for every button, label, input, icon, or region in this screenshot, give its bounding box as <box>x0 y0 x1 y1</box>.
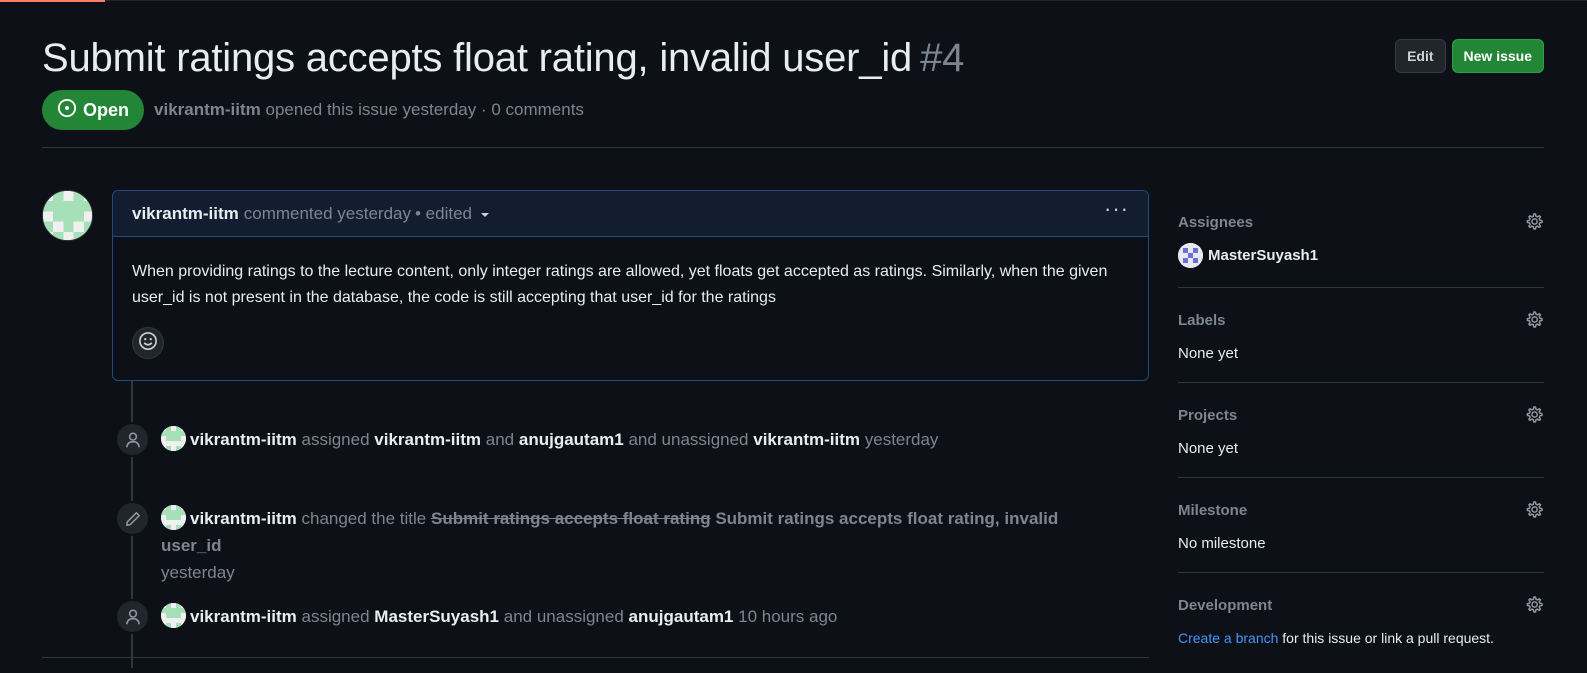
event-verb: and <box>485 430 515 449</box>
development-text: for this issue or link a pull request. <box>1282 630 1494 646</box>
user-link[interactable]: anujgautam1 <box>629 607 734 626</box>
event-actor-link[interactable]: vikrantm-iitm <box>190 607 297 626</box>
avatar[interactable] <box>161 505 186 530</box>
issue-title: Submit ratings accepts float rating, inv… <box>42 36 1544 80</box>
person-icon <box>115 599 150 634</box>
sidebar-assignees: Assignees MasterSuyash1 <box>1178 192 1544 288</box>
active-tab-underline <box>0 0 105 2</box>
triangle-down-icon <box>480 204 490 224</box>
event-verb: and unassigned <box>628 430 749 449</box>
event-time[interactable]: yesterday <box>865 430 939 449</box>
gear-icon[interactable] <box>1524 310 1544 330</box>
user-link[interactable]: anujgautam1 <box>519 430 624 449</box>
issue-sidebar: Assignees MasterSuyash1 Labels None yet … <box>1178 192 1544 673</box>
create-branch-link[interactable]: Create a branch <box>1178 630 1278 646</box>
sidebar-heading[interactable]: Assignees <box>1178 214 1253 231</box>
event-verb: assigned <box>301 430 370 449</box>
gear-icon[interactable] <box>1524 595 1544 615</box>
avatar[interactable] <box>161 426 186 451</box>
timeline-event: vikrantm-iitm assigned vikrantm-iitm and… <box>115 422 938 457</box>
assignee-item[interactable]: MasterSuyash1 <box>1178 243 1318 268</box>
gear-icon[interactable] <box>1524 212 1544 232</box>
sidebar-heading[interactable]: Labels <box>1178 312 1226 329</box>
edited-dropdown[interactable]: • edited <box>415 204 490 224</box>
issue-state-row: Open vikrantm-iitm opened this issue yes… <box>42 90 584 130</box>
labels-value: None yet <box>1178 345 1239 362</box>
new-issue-button[interactable]: New issue <box>1451 39 1544 73</box>
event-text: vikrantm-iitm assigned vikrantm-iitm and… <box>161 422 938 453</box>
timeline-event: vikrantm-iitm changed the title Submit r… <box>115 501 1121 586</box>
person-icon <box>115 422 150 457</box>
event-verb: and unassigned <box>503 607 624 626</box>
issue-author-link[interactable]: vikrantm-iitm <box>154 100 261 119</box>
user-link[interactable]: vikrantm-iitm <box>374 430 481 449</box>
timeline-divider <box>42 657 1149 658</box>
old-title: Submit ratings accepts float rating <box>430 509 711 528</box>
event-time[interactable]: yesterday <box>161 563 235 582</box>
pencil-icon <box>115 501 150 536</box>
event-verb: changed the title <box>301 509 427 528</box>
projects-value: None yet <box>1178 440 1239 457</box>
milestone-value: No milestone <box>1178 535 1266 552</box>
issue-meta-text: opened this issue yesterday · 0 comments <box>265 100 584 119</box>
kebab-menu-icon[interactable]: ··· <box>1104 197 1129 224</box>
state-badge: Open <box>42 90 145 130</box>
edit-button[interactable]: Edit <box>1395 39 1446 73</box>
avatar[interactable] <box>42 190 93 241</box>
issue-meta: vikrantm-iitm opened this issue yesterda… <box>154 100 584 120</box>
event-actor-link[interactable]: vikrantm-iitm <box>190 430 297 449</box>
comment-meta: commented yesterday <box>243 203 411 223</box>
gear-icon[interactable] <box>1524 405 1544 425</box>
sidebar-heading[interactable]: Projects <box>1178 407 1237 424</box>
assignee-name: MasterSuyash1 <box>1208 247 1319 264</box>
sidebar-projects: Projects None yet <box>1178 383 1544 478</box>
header-actions: Edit New issue <box>1395 39 1544 73</box>
state-label: Open <box>83 99 130 120</box>
sidebar-labels: Labels None yet <box>1178 288 1544 383</box>
issue-comment: vikrantm-iitm commented yesterday • edit… <box>112 190 1149 381</box>
sidebar-heading[interactable]: Milestone <box>1178 502 1247 519</box>
event-actor-link[interactable]: vikrantm-iitm <box>190 509 297 528</box>
add-reaction-button[interactable] <box>132 327 164 359</box>
event-verb: assigned <box>301 607 370 626</box>
issue-header: Submit ratings accepts float rating, inv… <box>42 36 1544 148</box>
gear-icon[interactable] <box>1524 500 1544 520</box>
smiley-icon <box>138 331 158 356</box>
avatar <box>1178 243 1203 268</box>
timeline-event: vikrantm-iitm assigned MasterSuyash1 and… <box>115 599 837 634</box>
event-text: vikrantm-iitm changed the title Submit r… <box>161 501 1121 586</box>
issue-opened-icon <box>57 98 77 123</box>
event-text: vikrantm-iitm assigned MasterSuyash1 and… <box>161 599 837 630</box>
edited-label: • edited <box>415 203 472 223</box>
comment-author-link[interactable]: vikrantm-iitm <box>132 204 239 224</box>
user-link[interactable]: vikrantm-iitm <box>753 430 860 449</box>
event-time[interactable]: 10 hours ago <box>738 607 837 626</box>
top-divider <box>0 0 1587 1</box>
avatar[interactable] <box>161 603 186 628</box>
sidebar-milestone: Milestone No milestone <box>1178 478 1544 573</box>
development-value: Create a branch for this issue or link a… <box>1178 630 1494 646</box>
comment-body: When providing ratings to the lecture co… <box>132 263 1108 306</box>
sidebar-development: Development Create a branch for this iss… <box>1178 573 1544 673</box>
sidebar-heading[interactable]: Development <box>1178 597 1272 614</box>
user-link[interactable]: MasterSuyash1 <box>374 607 499 626</box>
issue-title-text: Submit ratings accepts float rating, inv… <box>42 36 913 80</box>
comment-header: vikrantm-iitm commented yesterday • edit… <box>113 191 1148 237</box>
issue-number: #4 <box>920 36 965 80</box>
